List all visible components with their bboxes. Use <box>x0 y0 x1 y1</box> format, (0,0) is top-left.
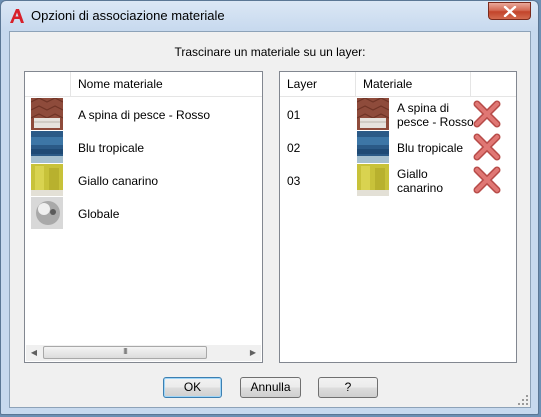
scroll-right-arrow-icon[interactable]: ▶ <box>245 345 261 361</box>
header-swatch-column[interactable] <box>25 72 71 96</box>
cancel-button[interactable]: Annulla <box>240 377 301 398</box>
table-row[interactable]: 02 Blu tropicale <box>280 131 516 164</box>
layers-list[interactable]: Layer Materiale 01 A spina di pesce - Ro… <box>279 71 517 363</box>
material-name-line1: Blu tropicale <box>397 141 464 155</box>
tropical-blue-swatch <box>31 131 63 163</box>
header-layer[interactable]: Layer <box>280 72 356 96</box>
global-sphere-swatch <box>31 197 63 229</box>
ok-button[interactable]: OK <box>163 377 222 398</box>
horizontal-scrollbar[interactable]: ◀ III ▶ <box>26 345 261 361</box>
layer-id: 03 <box>287 174 301 188</box>
dialog-window: Opzioni di associazione materiale Trasci… <box>0 0 539 415</box>
scroll-left-arrow-icon[interactable]: ◀ <box>26 345 42 361</box>
material-name-line1: A spina di <box>397 101 450 115</box>
scrollbar-grip: III <box>123 347 128 356</box>
list-item[interactable]: Giallo canarino <box>25 164 262 197</box>
resize-grip-icon[interactable] <box>518 395 528 405</box>
scrollbar-thumb[interactable]: III <box>43 346 207 359</box>
instructions-label: Trascinare un materiale su un layer: <box>174 45 366 59</box>
layer-id: 02 <box>287 141 301 155</box>
materials-list[interactable]: Nome materiale A spina di pesce - Rosso <box>24 71 263 363</box>
layers-list-header: Layer Materiale <box>280 72 516 97</box>
canary-yellow-swatch <box>31 164 63 196</box>
material-name: Blu tropicale <box>78 141 145 155</box>
header-material-name[interactable]: Nome materiale <box>71 72 262 96</box>
autocad-a-icon <box>10 9 24 23</box>
layer-id: 01 <box>287 108 301 122</box>
title-bar[interactable]: Opzioni di associazione materiale <box>1 1 538 31</box>
herringbone-red-swatch <box>31 98 63 130</box>
herringbone-red-swatch <box>357 98 389 130</box>
list-item[interactable]: A spina di pesce - Rosso <box>25 98 262 131</box>
dialog-client-area: Trascinare un materiale su un layer: Nom… <box>9 31 531 408</box>
material-name: Giallo canarino <box>78 174 159 188</box>
materials-list-header: Nome materiale <box>25 72 262 97</box>
material-name: A spina di pesce - Rosso <box>78 108 211 122</box>
delete-x-icon[interactable] <box>472 165 502 195</box>
list-item[interactable]: Blu tropicale <box>25 131 262 164</box>
tropical-blue-swatch <box>357 131 389 163</box>
help-button[interactable]: ? <box>318 377 378 398</box>
window-title: Opzioni di associazione materiale <box>31 8 225 23</box>
material-name: Globale <box>78 207 120 221</box>
material-name-line2: canarino <box>397 181 444 195</box>
canary-yellow-swatch <box>357 164 389 196</box>
delete-x-icon[interactable] <box>472 132 502 162</box>
table-row[interactable]: 01 A spina di pesce - Rosso <box>280 98 516 131</box>
table-row[interactable]: 03 Giallo canarino <box>280 164 516 197</box>
delete-x-icon[interactable] <box>472 99 502 129</box>
material-name-line2: pesce - Rosso <box>397 115 474 129</box>
material-name-line1: Giallo <box>397 167 428 181</box>
list-item[interactable]: Globale <box>25 197 262 230</box>
header-material[interactable]: Materiale <box>356 72 471 96</box>
header-action-column[interactable] <box>471 72 516 96</box>
close-button[interactable] <box>488 2 531 20</box>
close-icon <box>503 6 517 17</box>
